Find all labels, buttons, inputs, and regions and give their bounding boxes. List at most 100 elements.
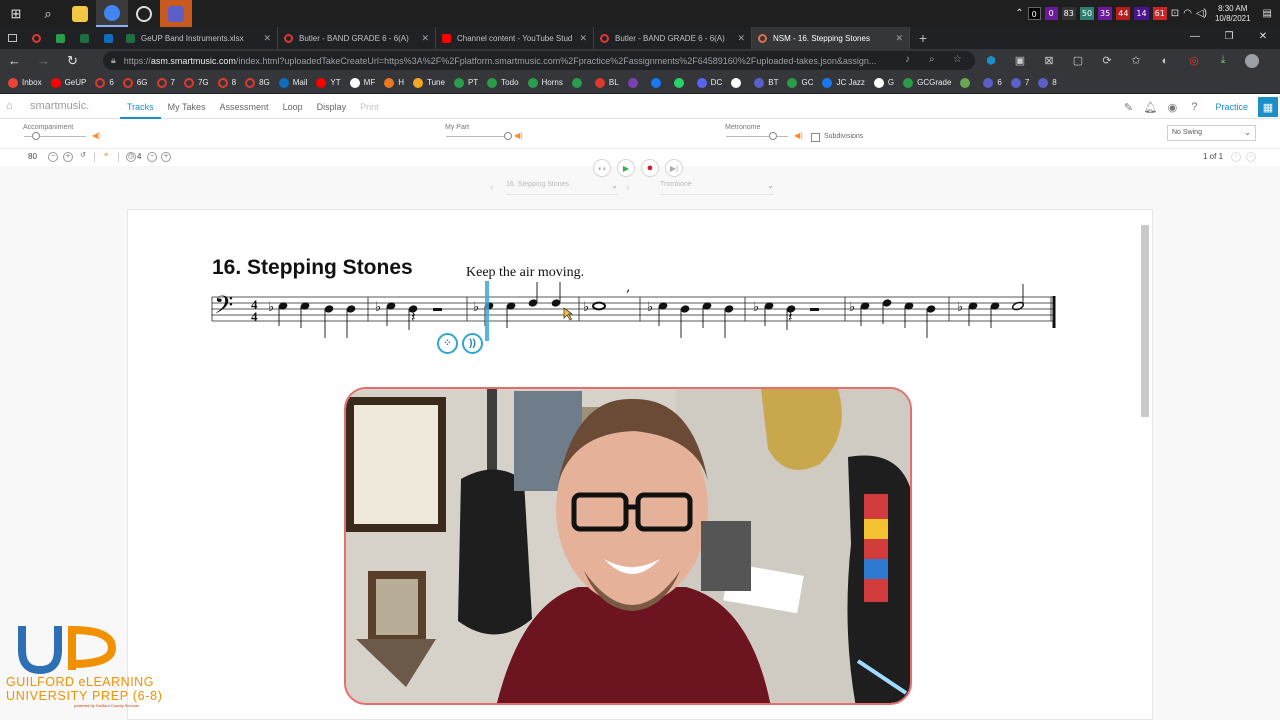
tray-badge[interactable]: 14	[1134, 7, 1149, 20]
browser-tab[interactable]: GeUP Band Instruments.xlsx ✕	[120, 27, 278, 49]
skip-button[interactable]: ▶|	[665, 159, 683, 177]
bookmark-item[interactable]: 8	[1038, 77, 1057, 88]
bookmark-item[interactable]: H	[384, 77, 404, 88]
forward-icon[interactable]: →	[29, 53, 58, 68]
bookmark-item[interactable]: YT	[316, 77, 341, 88]
pinned-tab[interactable]	[96, 27, 120, 49]
teams-taskbar-icon[interactable]	[160, 0, 192, 27]
extension-icon[interactable]: ⟳	[1098, 52, 1116, 70]
bookmark-item[interactable]	[627, 77, 642, 88]
chrome-taskbar-icon[interactable]	[96, 0, 128, 27]
browser-tab[interactable]: Butler - BAND GRADE 6 - 6(A) ✕	[278, 27, 436, 49]
pencil-icon[interactable]: ✎	[1117, 101, 1139, 114]
bookmark-item[interactable]: 8G	[245, 77, 270, 88]
wifi-icon[interactable]: ◠	[1183, 8, 1192, 19]
bookmark-item[interactable]: GC	[787, 77, 813, 88]
tray-badge[interactable]: 0	[1044, 7, 1058, 20]
speaker-icon[interactable]: ◀)	[794, 131, 803, 140]
more-menu-icon[interactable]: ⋮	[1272, 52, 1280, 70]
bookmark-item[interactable]	[731, 77, 745, 88]
back-icon[interactable]: ←	[0, 53, 29, 68]
next-piece-icon[interactable]: ›	[626, 182, 629, 193]
swing-select[interactable]: No Swing ⌄	[1167, 125, 1256, 141]
extension-icon[interactable]: ▢	[1069, 52, 1087, 70]
tray-badge[interactable]: 0	[1027, 7, 1041, 20]
tempo-increase-icon[interactable]: +	[63, 152, 73, 162]
bookmark-item[interactable]: 7	[1010, 77, 1029, 88]
browser-tab-active[interactable]: NSM - 16. Stepping Stones ✕	[752, 27, 910, 49]
file-explorer-icon[interactable]	[64, 0, 96, 27]
tray-badge[interactable]: 83	[1061, 7, 1076, 20]
tray-badge[interactable]: 61	[1152, 7, 1167, 20]
measure-5[interactable]: ♭	[647, 300, 734, 338]
record-button[interactable]: ●	[641, 159, 659, 177]
bookmark-item[interactable]: JC Jazz	[822, 77, 865, 88]
minimize-icon[interactable]: —	[1178, 27, 1212, 45]
bookmark-item[interactable]	[650, 77, 665, 88]
chevron-up-icon[interactable]: ⌃	[1015, 8, 1023, 19]
search-icon[interactable]: ⌕	[32, 0, 64, 27]
extension-icon[interactable]: ◎	[1185, 52, 1203, 70]
account-icon[interactable]: ◉	[1161, 101, 1183, 114]
tray-badge[interactable]: 44	[1116, 7, 1131, 20]
tempo-value[interactable]: 80	[28, 152, 37, 161]
bookmark-item[interactable]: Horns	[527, 77, 563, 88]
tab-display[interactable]: Display	[310, 95, 354, 119]
bell-icon[interactable]: 🔔︎	[1139, 101, 1161, 114]
close-tab-icon[interactable]: ✕	[737, 33, 745, 44]
bookmark-item[interactable]	[673, 77, 688, 88]
windows-start-icon[interactable]: ⊞	[0, 0, 32, 27]
prev-page-icon[interactable]: ‹	[1231, 152, 1241, 162]
note-names-icon[interactable]: ⁘	[437, 333, 458, 354]
bookmark-item[interactable]: PT	[453, 77, 478, 88]
tempo-marks-icon[interactable]: ≡	[101, 152, 111, 162]
bookmark-item[interactable]: MF	[349, 77, 375, 88]
practice-button[interactable]: Practice	[1205, 102, 1258, 112]
playback-cursor[interactable]	[485, 281, 489, 341]
bookmark-star-icon[interactable]: ☆	[953, 54, 962, 65]
microphone-check-icon[interactable]: ◖◗	[593, 159, 611, 177]
apps-grid-icon[interactable]: ▦	[1258, 97, 1278, 117]
help-icon[interactable]: ?	[1183, 101, 1205, 113]
measure-1[interactable]: ♭	[268, 300, 356, 338]
next-page-icon[interactable]: ›	[1246, 152, 1256, 162]
lock-icon[interactable]: 🔒︎	[111, 55, 116, 66]
bookmark-item[interactable]: BT	[754, 77, 778, 88]
mypart-slider-knob[interactable]	[504, 132, 512, 140]
speaker-icon[interactable]: ◀)	[514, 131, 523, 140]
bookmark-item[interactable]: 6	[95, 77, 114, 88]
tab-tracks[interactable]: Tracks	[120, 95, 161, 119]
tray-badge[interactable]: 50	[1079, 7, 1095, 20]
tray-badge[interactable]: 35	[1098, 7, 1113, 20]
close-window-icon[interactable]: ✕	[1246, 27, 1280, 45]
extension-icon[interactable]: ◐	[1156, 52, 1174, 70]
zoom-icon[interactable]: ⌕	[929, 54, 935, 65]
clock[interactable]: 8:30 AM 10/8/2021	[1215, 4, 1251, 24]
bookmark-item[interactable]	[960, 77, 974, 88]
reload-icon[interactable]: ↻	[58, 53, 87, 69]
count-in-icon[interactable]: ◷	[126, 152, 136, 162]
bookmark-item[interactable]: 6G	[122, 77, 148, 88]
new-tab-icon[interactable]: +	[910, 27, 936, 49]
bookmark-item[interactable]: G	[873, 77, 894, 88]
close-tab-icon[interactable]: ✕	[895, 33, 903, 44]
avatar[interactable]	[1243, 52, 1261, 70]
bookmark-item[interactable]: 7G	[183, 77, 209, 88]
subdivisions-checkbox[interactable]	[811, 133, 820, 142]
count-increase-icon[interactable]: +	[161, 152, 171, 162]
bookmark-item[interactable]: GeUP	[50, 77, 86, 88]
close-tab-icon[interactable]: ✕	[579, 33, 587, 44]
extension-icon[interactable]: ⊠	[1040, 52, 1058, 70]
bookmark-item[interactable]	[571, 77, 586, 88]
metronome-slider-knob[interactable]	[769, 132, 777, 140]
download-icon[interactable]: ⤓	[1214, 52, 1232, 70]
extension-icon[interactable]: ✩	[1127, 52, 1145, 70]
bookmark-item[interactable]: BL	[594, 77, 619, 88]
tempo-reset-icon[interactable]: ↺	[78, 152, 88, 162]
piece-select[interactable]: 16. Stepping Stones ⌄	[506, 181, 618, 195]
extension-icon[interactable]: ⬢	[982, 52, 1000, 70]
volume-icon[interactable]: ◁)	[1196, 8, 1207, 19]
bookmark-item[interactable]: 6	[983, 77, 1002, 88]
play-button[interactable]: ▶	[617, 159, 635, 177]
speaker-icon[interactable]: ◀)	[92, 131, 101, 140]
